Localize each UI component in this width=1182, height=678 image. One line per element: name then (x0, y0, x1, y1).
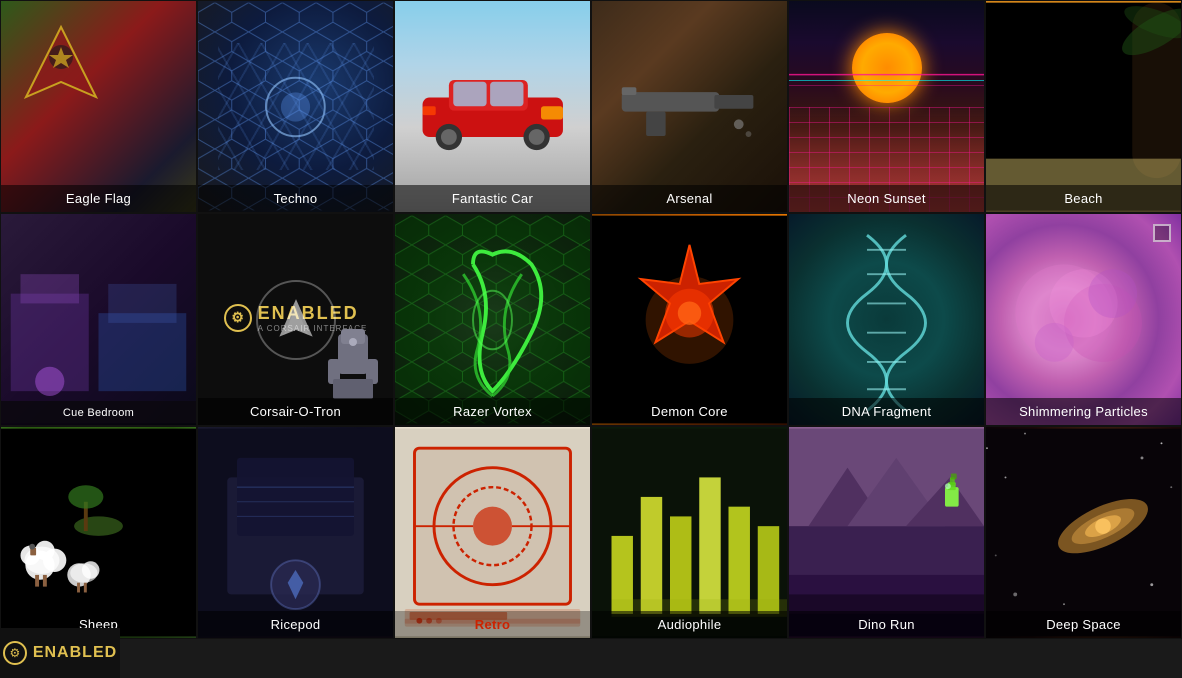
fantastic-car-item[interactable]: Fantastic Car (394, 0, 591, 213)
razer-vortex-item[interactable]: Razer Vortex (394, 213, 591, 426)
arsenal-label: Arsenal (592, 185, 787, 212)
bottom-cue-bar: ⚙ ENABLED (0, 628, 120, 678)
corsair-o-tron-label: Corsair-O-Tron (198, 398, 393, 425)
ricepod-item[interactable]: Ricepod (197, 426, 394, 639)
dino-run-label: Dino Run (789, 611, 984, 638)
arsenal-item[interactable]: Arsenal (591, 0, 788, 213)
corsair-o-tron-item[interactable]: ⚙ ENABLED A CORSAIR INTERFACE (197, 213, 394, 426)
bottom-enabled-text: ENABLED (33, 644, 117, 662)
retro-label: Retro (395, 611, 590, 638)
beach-item[interactable]: Beach (985, 0, 1182, 213)
shimmering-particles-item[interactable]: Shimmering Particles (985, 213, 1182, 426)
techno-item[interactable]: Techno (197, 0, 394, 213)
deep-space-label: Deep Space (986, 611, 1181, 638)
cue-icon: ⚙ (224, 304, 252, 332)
dna-fragment-item[interactable]: DNA Fragment (788, 213, 985, 426)
eagle-flag-label: Eagle Flag (1, 185, 196, 212)
techno-label: Techno (198, 185, 393, 212)
cue-bedroom-label: Cue Bedroom (1, 401, 196, 425)
deep-space-item[interactable]: Deep Space (985, 426, 1182, 639)
ricepod-label: Ricepod (198, 611, 393, 638)
audiophile-label: Audiophile (592, 611, 787, 638)
demon-core-label: Demon Core (592, 398, 787, 425)
audiophile-item[interactable]: Audiophile (591, 426, 788, 639)
eagle-flag-item[interactable]: Eagle Flag (0, 0, 197, 213)
demon-core-item[interactable]: Demon Core (591, 213, 788, 426)
neon-sunset-label: Neon Sunset (789, 185, 984, 212)
sheep-item[interactable]: Sheep (0, 426, 197, 639)
bottom-cue-icon: ⚙ (3, 641, 27, 665)
beach-label: Beach (986, 185, 1181, 212)
fantastic-car-label: Fantastic Car (395, 185, 590, 212)
dna-fragment-label: DNA Fragment (789, 398, 984, 425)
dino-run-item[interactable]: Dino Run (788, 426, 985, 639)
cue-bedroom-item[interactable]: Cue Bedroom (0, 213, 197, 426)
razer-vortex-label: Razer Vortex (395, 398, 590, 425)
wallpaper-grid: Eagle Flag Techno (0, 0, 1182, 678)
neon-sunset-item[interactable]: Neon Sunset (788, 0, 985, 213)
shimmering-particles-label: Shimmering Particles (986, 398, 1181, 425)
retro-item[interactable]: Retro (394, 426, 591, 639)
